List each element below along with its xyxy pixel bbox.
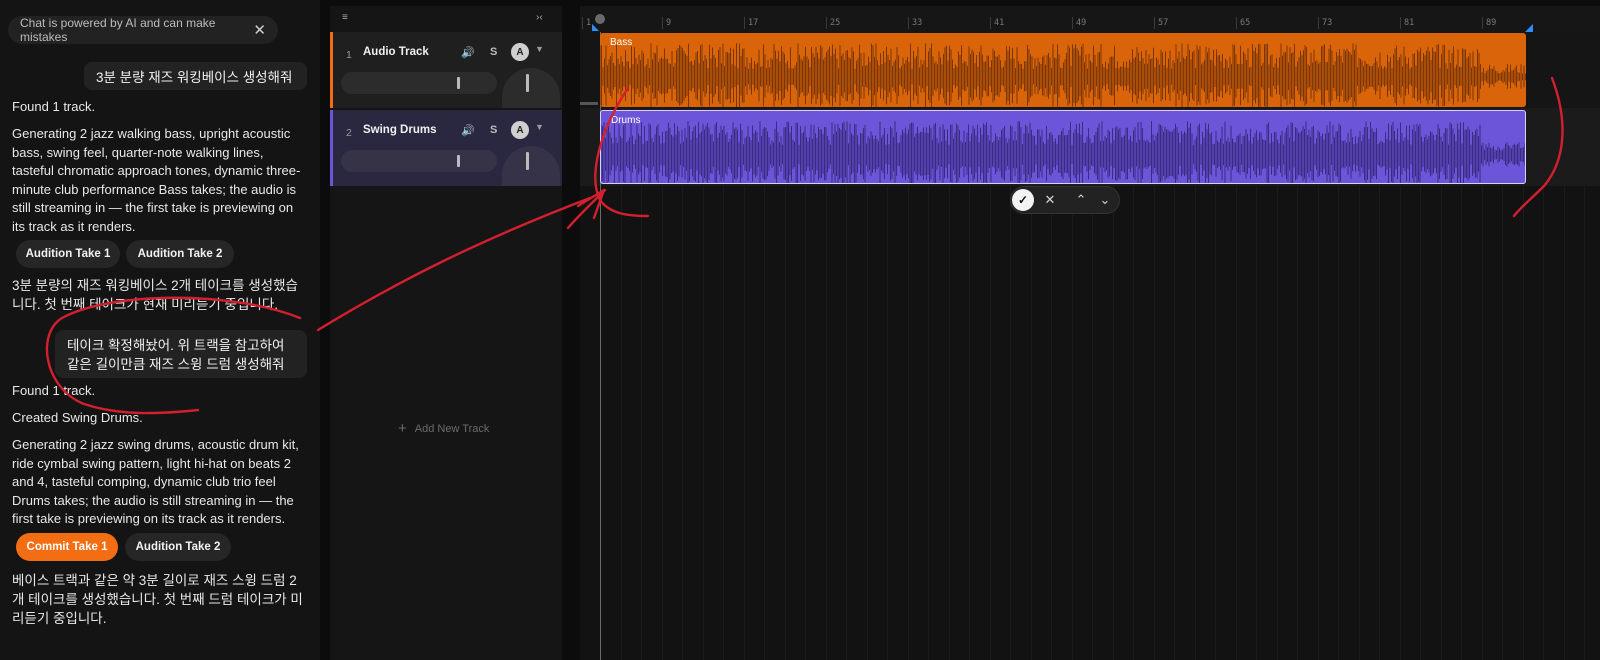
drums-waveform <box>601 121 1525 183</box>
speaker-icon[interactable]: 🔊 <box>461 124 475 137</box>
ruler-tick: 73 <box>1318 17 1332 29</box>
lane-scroll-handle[interactable] <box>580 102 598 105</box>
ruler-tick: 25 <box>826 17 840 29</box>
clip-bass[interactable]: Bass <box>600 33 1526 107</box>
ruler-tick: 33 <box>908 17 922 29</box>
disclaimer-text: Chat is powered by AI and can make mista… <box>20 16 216 44</box>
automation-avatar[interactable]: A <box>511 121 529 139</box>
plus-icon: + <box>398 420 407 437</box>
clip-drums[interactable]: Drums <box>600 110 1526 184</box>
ruler-tick: 57 <box>1154 17 1168 29</box>
previous-take-button[interactable]: ⌃ <box>1071 187 1091 213</box>
next-take-button[interactable]: ⌄ <box>1095 187 1115 213</box>
timeline[interactable]: 1 9 17 25 33 41 49 57 65 73 81 89 Bass D… <box>580 6 1600 660</box>
ruler-tick: 1 <box>582 17 591 29</box>
automation-avatar[interactable]: A <box>511 43 529 61</box>
collapse-panel-icon[interactable]: ›‹ <box>536 12 543 23</box>
speaker-icon[interactable]: 🔊 <box>461 46 475 59</box>
ruler-tick: 9 <box>662 17 671 29</box>
solo-button[interactable]: S <box>490 46 497 58</box>
assistant-message: Generating 2 jazz walking bass, upright … <box>12 126 301 234</box>
track-headers: ≡ ›‹ 1 Audio Track 🔊 S A ▼ 2 Swing Drums… <box>330 6 562 660</box>
pan-handle[interactable] <box>526 152 529 170</box>
ruler-tick: 81 <box>1400 17 1414 29</box>
add-track-label: Add New Track <box>414 422 490 435</box>
bass-waveform <box>600 43 1526 107</box>
waveform-path <box>601 121 1525 183</box>
waveform-path <box>600 43 1526 107</box>
chat-panel: Chat is powered by AI and can make mista… <box>0 0 320 660</box>
loop-end-marker[interactable] <box>1525 24 1533 32</box>
volume-slider[interactable] <box>341 150 497 172</box>
audition-take-2-button[interactable]: Audition Take 2 <box>126 240 234 268</box>
assistant-status: Found 1 track. <box>12 383 96 398</box>
volume-handle[interactable] <box>457 77 460 89</box>
ruler-tick: 41 <box>990 17 1004 29</box>
app-root: Chat is powered by AI and can make mista… <box>0 0 1600 660</box>
ruler-tick: 17 <box>744 17 758 29</box>
volume-slider[interactable] <box>341 72 497 94</box>
pan-knob[interactable] <box>502 146 560 186</box>
track-name[interactable]: Swing Drums <box>363 124 436 136</box>
playhead-handle[interactable] <box>595 14 605 24</box>
user-message: 3분 분량 재즈 워킹베이스 생성해줘 <box>84 62 307 90</box>
assistant-status: Created Swing Drums. <box>12 410 143 425</box>
assistant-korean-reply: 베이스 트랙과 같은 약 3분 길이로 재즈 스윙 드럼 2개 테이크를 생성했… <box>12 573 303 626</box>
clip-label: Drums <box>611 115 641 126</box>
ruler-tick: 89 <box>1482 17 1496 29</box>
user-message: 테이크 확정해놨어. 위 트랙을 참고하여 같은 길이만큼 재즈 스윙 드럼 생… <box>55 330 307 378</box>
take-controls: ✓ ✕ ⌃ ⌄ <box>1010 186 1120 214</box>
ai-disclaimer-banner: Chat is powered by AI and can make mista… <box>8 16 278 44</box>
track-name[interactable]: Audio Track <box>363 46 429 58</box>
close-icon[interactable]: ✕ <box>253 21 266 39</box>
ruler-tick: 65 <box>1236 17 1250 29</box>
assistant-korean-reply: 3분 분량의 재즈 워킹베이스 2개 테이크를 생성했습니다. 첫 번째 테이크… <box>12 278 298 312</box>
track-number: 1 <box>346 49 352 61</box>
commit-take-1-button[interactable]: Commit Take 1 <box>16 533 118 561</box>
confirm-take-button[interactable]: ✓ <box>1012 189 1034 211</box>
assistant-status: Found 1 track. <box>12 99 96 114</box>
track-color-bar <box>330 110 333 186</box>
add-new-track-button[interactable]: + Add New Track <box>398 420 489 437</box>
track-number: 2 <box>346 127 352 139</box>
audition-take-2-button[interactable]: Audition Take 2 <box>125 533 231 561</box>
audition-take-1-button[interactable]: Audition Take 1 <box>16 240 120 268</box>
clip-label: Bass <box>610 37 633 48</box>
ruler-tick: 49 <box>1072 17 1086 29</box>
track-row-audio[interactable]: 1 Audio Track 🔊 S A ▼ <box>330 32 562 108</box>
assistant-message: Generating 2 jazz swing drums, acoustic … <box>12 437 299 526</box>
chevron-down-icon[interactable]: ▼ <box>535 44 544 54</box>
solo-button[interactable]: S <box>490 124 497 136</box>
track-toolbar: ≡ ›‹ <box>330 6 562 30</box>
track-color-bar <box>330 32 333 108</box>
pan-knob[interactable] <box>502 68 560 108</box>
chevron-down-icon[interactable]: ▼ <box>535 122 544 132</box>
pan-handle[interactable] <box>526 74 529 92</box>
timeline-ruler[interactable]: 1 9 17 25 33 41 49 57 65 73 81 89 <box>580 6 1600 32</box>
loop-start-marker[interactable] <box>592 24 599 31</box>
collapse-tracks-icon[interactable]: ≡ <box>342 12 348 23</box>
reject-take-button[interactable]: ✕ <box>1039 187 1061 213</box>
track-row-drums[interactable]: 2 Swing Drums 🔊 S A ▼ <box>330 110 562 186</box>
volume-handle[interactable] <box>457 155 460 167</box>
